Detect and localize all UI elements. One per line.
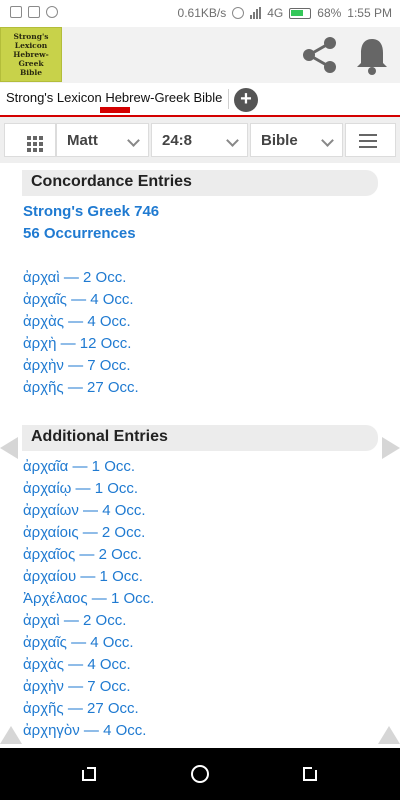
grid-menu-button[interactable]	[4, 123, 56, 157]
add-tab-button[interactable]: +	[234, 88, 258, 112]
scroll-up-arrow-icon[interactable]	[378, 726, 400, 744]
occurrences-link[interactable]: 56 Occurrences	[23, 225, 136, 242]
additional-entry[interactable]: ἀρχαίοις — 2 Occ.	[23, 524, 145, 541]
additional-heading: Additional Entries	[31, 428, 168, 445]
status-bar: 0.61KB/s 4G 68% 1:55 PM	[0, 0, 400, 27]
app-header: Strong's Lexicon Hebrew-Greek Bible	[0, 27, 400, 83]
alarm-icon	[232, 7, 245, 19]
logo-line-3: Hebrew-Greek	[13, 50, 49, 68]
additional-entry[interactable]: ἀρχῆς — 27 Occ.	[23, 700, 139, 717]
tab-divider	[228, 89, 229, 109]
active-tab-indicator	[100, 107, 130, 113]
scroll-up-arrow-icon[interactable]	[0, 726, 22, 744]
system-navigation-bar	[0, 748, 400, 800]
concordance-heading: Concordance Entries	[31, 173, 192, 190]
logo-line-2: Lexicon	[14, 41, 48, 50]
tab-bar: Strong's Lexicon Hebrew-Greek Bible +	[0, 83, 400, 117]
chevron-down-icon	[226, 134, 239, 147]
navigation-row: Matt 24:8 Bible	[0, 117, 400, 163]
additional-entry[interactable]: ἀρχηγὸν — 4 Occ.	[23, 722, 146, 739]
network-type: 4G	[267, 6, 284, 20]
additional-section-header: Additional Entries	[22, 425, 378, 451]
share-icon[interactable]	[300, 35, 340, 75]
book-select[interactable]: Matt	[56, 123, 149, 157]
additional-entry[interactable]: ἀρχαίῳ — 1 Occ.	[23, 480, 138, 497]
status-left-icons	[10, 6, 58, 18]
chevron-down-icon	[127, 134, 140, 147]
concordance-section-header: Concordance Entries	[22, 170, 378, 196]
additional-entry[interactable]: ἀρχαῖα — 1 Occ.	[23, 458, 135, 475]
reference-select-value: 24:8	[162, 132, 193, 149]
book-select-value: Matt	[67, 132, 98, 149]
next-chapter-arrow-icon[interactable]	[382, 437, 400, 459]
lock-icon	[46, 6, 58, 18]
grid-icon	[27, 136, 43, 152]
reference-select[interactable]: 24:8	[151, 123, 248, 157]
clock: 1:55 PM	[347, 6, 392, 20]
status-right: 0.61KB/s 4G 68% 1:55 PM	[178, 6, 392, 20]
additional-entry[interactable]: ἀρχὰς — 4 Occ.	[23, 656, 131, 673]
concordance-entry[interactable]: ἀρχὰς — 4 Occ.	[23, 313, 131, 330]
recents-icon[interactable]	[79, 764, 99, 784]
previous-chapter-arrow-icon[interactable]	[0, 437, 18, 459]
version-select-value: Bible	[261, 132, 298, 149]
additional-entry[interactable]: ἀρχαὶ — 2 Occ.	[23, 612, 126, 629]
app-logo[interactable]: Strong's Lexicon Hebrew-Greek Bible	[0, 27, 62, 82]
network-speed: 0.61KB/s	[177, 6, 227, 20]
concordance-entry[interactable]: ἀρχαὶ — 2 Occ.	[23, 269, 126, 286]
version-select[interactable]: Bible	[250, 123, 343, 157]
additional-entry[interactable]: ἀρχαίου — 1 Occ.	[23, 568, 143, 585]
additional-entry[interactable]: ἀρχαίων — 4 Occ.	[23, 502, 146, 519]
strongs-number-link[interactable]: Strong's Greek 746	[23, 203, 159, 220]
concordance-entry[interactable]: ἀρχὴν — 7 Occ.	[23, 357, 131, 374]
bell-icon[interactable]	[354, 35, 390, 75]
battery-icon	[289, 7, 312, 19]
content-area[interactable]: Concordance Entries Strong's Greek 746 5…	[0, 163, 400, 745]
chevron-down-icon	[321, 134, 334, 147]
hamburger-icon	[359, 134, 377, 148]
back-icon[interactable]	[300, 764, 320, 784]
additional-entry[interactable]: Ἀρχέλαος — 1 Occ.	[23, 590, 154, 607]
additional-entry[interactable]: ἀρχαῖος — 2 Occ.	[23, 546, 142, 563]
concordance-entry[interactable]: ἀρχὴ — 12 Occ.	[23, 335, 131, 352]
concordance-entry[interactable]: ἀρχῆς — 27 Occ.	[23, 379, 139, 396]
additional-entry[interactable]: ἀρχὴν — 7 Occ.	[23, 678, 131, 695]
additional-entry[interactable]: ἀρχαῖς — 4 Occ.	[23, 634, 134, 651]
concordance-entry[interactable]: ἀρχαῖς — 4 Occ.	[23, 291, 134, 308]
tab-strongs-lexicon[interactable]: Strong's Lexicon Hebrew-Greek Bible	[6, 90, 222, 105]
no-sim-icon	[28, 6, 40, 18]
hamburger-menu-button[interactable]	[345, 123, 396, 157]
signal-icon	[250, 7, 262, 19]
home-icon[interactable]	[189, 763, 211, 785]
check-icon	[10, 6, 22, 18]
logo-line-1: Strong's	[13, 32, 49, 41]
logo-line-4: Bible	[19, 68, 43, 77]
battery-percent: 68%	[317, 6, 342, 20]
